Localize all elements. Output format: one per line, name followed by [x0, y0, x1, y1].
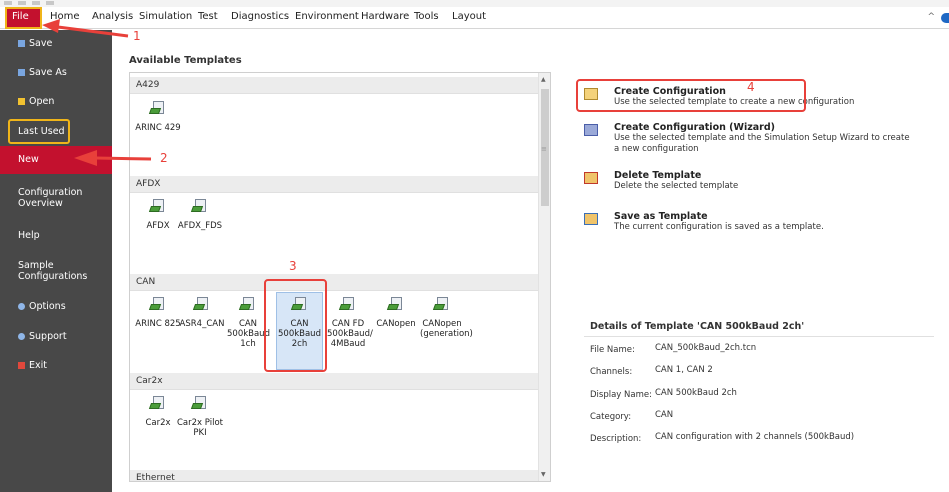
arrow-2-head — [74, 150, 97, 166]
annotation-arrows — [42, 19, 152, 166]
arrow-1-head — [42, 19, 60, 33]
arrow-1 — [57, 25, 129, 38]
arrow-2 — [95, 156, 152, 161]
